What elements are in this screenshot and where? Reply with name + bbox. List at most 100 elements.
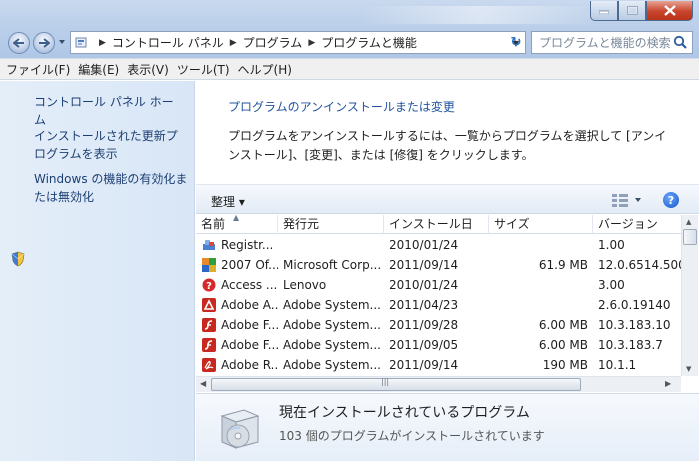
minimize-button[interactable]: [590, 1, 618, 21]
refresh-icon: ↻: [510, 35, 522, 50]
registry-icon: [203, 240, 215, 250]
cell-name: Registr...: [221, 238, 274, 252]
cell-size: 190 MB: [542, 358, 588, 372]
adobe-air-icon: [202, 298, 216, 312]
cell-size: 6.00 MB: [538, 338, 588, 352]
cell-publisher: Adobe System...: [283, 318, 381, 332]
organize-button[interactable]: 整理 ▾: [211, 193, 245, 210]
menu-file[interactable]: ファイル(F): [6, 61, 70, 78]
horizontal-scroll-thumb[interactable]: [211, 378, 581, 391]
search-placeholder: プログラムと機能の検索: [539, 36, 671, 50]
cell-name: 2007 Of...: [221, 258, 278, 272]
table-row[interactable]: Adobe F... Adobe System... 2011/09/28 6.…: [196, 315, 681, 335]
column-header-install-date[interactable]: インストール日: [384, 215, 489, 234]
cell-version: 10.1.1: [598, 358, 637, 372]
recent-pages-dropdown-icon[interactable]: [58, 38, 66, 46]
details-count: 103 個のプログラムがインストールされています: [279, 429, 545, 443]
table-row[interactable]: Adobe F... Adobe System... 2011/09/05 6.…: [196, 335, 681, 355]
cell-publisher: Microsoft Corp...: [283, 258, 382, 272]
adobe-flash-icon: [202, 318, 216, 332]
cell-name: Adobe F...: [221, 338, 278, 352]
menu-tools[interactable]: ツール(T): [177, 61, 230, 78]
menu-view[interactable]: 表示(V): [127, 61, 169, 78]
cell-install-date: 2010/01/24: [389, 238, 459, 252]
breadcrumb-separator: ▶: [308, 37, 316, 48]
cell-publisher: Lenovo: [283, 278, 327, 292]
cell-name: Adobe A...: [221, 298, 278, 312]
column-header-publisher[interactable]: 発行元: [278, 215, 384, 234]
sidebar-item-control-panel-home[interactable]: コントロール パネル ホーム: [34, 93, 184, 129]
programs-table: 名前 ▲ 発行元 インストール日 サイズ バージョン Registr... 20…: [196, 215, 699, 376]
views-icon[interactable]: [612, 193, 642, 207]
refresh-button[interactable]: ↻: [505, 31, 527, 54]
adobe-flash-icon: [202, 338, 216, 352]
cell-version: 10.3.183.10: [598, 318, 671, 332]
page-description: プログラムをアンインストールするには、一覧からプログラムを選択して [アンインス…: [228, 129, 667, 162]
cell-name: Access ...: [221, 278, 278, 292]
page-title: プログラムのアンインストールまたは変更: [228, 100, 455, 114]
cell-size: 6.00 MB: [538, 318, 588, 332]
back-arrow-icon: [13, 38, 24, 48]
maximize-icon: [626, 6, 638, 15]
breadcrumb-separator: ▶: [99, 37, 106, 48]
cell-install-date: 2011/09/14: [389, 358, 459, 372]
cell-publisher: Adobe System...: [283, 298, 381, 312]
scroll-grip-icon: |||: [381, 377, 390, 386]
horizontal-scrollbar[interactable]: ◀ ||| ▶: [196, 376, 681, 392]
minimize-icon: [599, 10, 609, 14]
breadcrumb-programs-and-features[interactable]: プログラムと機能: [321, 34, 417, 51]
sidebar-item-installed-updates[interactable]: インストールされた更新プログラムを表示: [34, 127, 186, 163]
breadcrumb-programs[interactable]: プログラム: [243, 34, 303, 51]
sidebar-item-windows-features[interactable]: Windows の機能の有効化または無効化: [34, 170, 194, 206]
cell-install-date: 2011/04/23: [389, 298, 459, 312]
details-title: 現在インストールされているプログラム: [279, 405, 530, 421]
help-icon[interactable]: ?: [663, 192, 679, 208]
column-header-size[interactable]: サイズ: [489, 215, 593, 234]
table-row[interactable]: Adobe A... Adobe System... 2011/04/23 2.…: [196, 295, 681, 315]
svg-text:?: ?: [206, 281, 212, 292]
breadcrumb-control-panel[interactable]: コントロール パネル: [112, 34, 224, 51]
table-header: 名前 ▲ 発行元 インストール日 サイズ バージョン: [196, 215, 681, 234]
scroll-down-icon[interactable]: ▼: [686, 365, 691, 373]
help-red-icon: ?: [202, 278, 216, 292]
shield-icon: [11, 251, 25, 267]
table-row[interactable]: ? Access ... Lenovo 2010/01/24 3.00: [196, 275, 681, 295]
cell-size: 61.9 MB: [538, 258, 588, 272]
cell-size: [489, 275, 593, 295]
close-icon: [663, 5, 676, 16]
window-controls: [590, 1, 693, 21]
maximize-button[interactable]: [618, 1, 646, 21]
cell-version: 3.00: [598, 278, 625, 292]
vertical-scrollbar[interactable]: ▲ ▼: [681, 215, 698, 376]
menu-help[interactable]: ヘルプ(H): [238, 61, 292, 78]
table-row[interactable]: Adobe R... Adobe System... 2011/09/14 19…: [196, 355, 681, 375]
cell-install-date: 2011/09/28: [389, 318, 459, 332]
close-button[interactable]: [646, 1, 693, 21]
table-row[interactable]: Registr... 2010/01/24 1.00: [196, 235, 681, 255]
cell-publisher: Adobe System...: [283, 338, 381, 352]
forward-button[interactable]: [33, 32, 55, 54]
scroll-up-icon[interactable]: ▲: [686, 218, 691, 226]
adobe-reader-icon: [202, 358, 216, 372]
details-pane: 現在インストールされているプログラム 103 個のプログラムがインストールされて…: [196, 393, 699, 461]
scroll-right-icon[interactable]: ▶: [665, 379, 671, 388]
cell-name: Adobe R...: [221, 358, 278, 372]
title-glass: [360, 6, 600, 24]
cell-install-date: 2011/09/14: [389, 258, 459, 272]
search-icon[interactable]: [673, 35, 688, 50]
table-row[interactable]: 2007 Of... Microsoft Corp... 2011/09/14 …: [196, 255, 681, 275]
scroll-left-icon[interactable]: ◀: [200, 379, 206, 388]
back-button[interactable]: [8, 32, 30, 54]
cell-name: Adobe F...: [221, 318, 278, 332]
cell-size: [489, 235, 593, 255]
address-bar[interactable]: ▶ コントロール パネル ▶ プログラム ▶ プログラムと機能 ▼: [70, 31, 526, 54]
cell-version: 2.6.0.19140: [598, 298, 671, 312]
cell-size: [489, 295, 593, 315]
cell-install-date: 2010/01/24: [389, 278, 459, 292]
cell-version: 12.0.6514.500: [598, 258, 681, 272]
vertical-scroll-thumb[interactable]: [683, 229, 697, 245]
search-input[interactable]: プログラムと機能の検索: [531, 31, 693, 54]
cell-publisher: Adobe System...: [283, 358, 381, 372]
column-header-version[interactable]: バージョン: [593, 215, 681, 234]
menu-edit[interactable]: 編集(E): [78, 61, 119, 78]
